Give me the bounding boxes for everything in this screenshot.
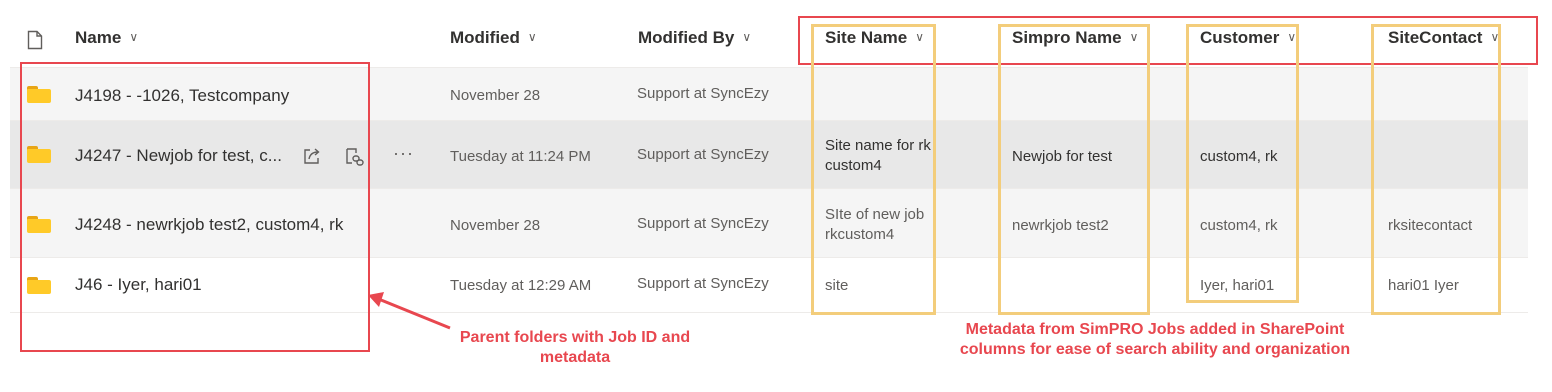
simpro-name-column-highlight <box>998 24 1150 315</box>
row-modified-by[interactable]: Support at SyncEzy <box>637 215 769 232</box>
row-modified: Tuesday at 11:24 PM <box>450 148 591 165</box>
file-icon[interactable] <box>27 30 43 50</box>
chevron-down-icon: ∨ <box>129 30 139 44</box>
metadata-annotation-line1: Metadata from SimPRO Jobs added in Share… <box>965 321 1345 338</box>
more-actions-icon[interactable]: ··· <box>393 143 414 164</box>
parent-folders-highlight-box <box>20 62 370 352</box>
column-modified[interactable]: Modified ∨ <box>450 28 537 48</box>
metadata-annotation-line2: columns for ease of search ability and o… <box>959 341 1351 358</box>
site-contact-column-highlight <box>1371 24 1501 315</box>
column-modified-by-label: Modified By <box>638 28 735 47</box>
customer-column-highlight <box>1186 24 1299 303</box>
column-name-label: Name <box>75 28 122 47</box>
row-modified-by[interactable]: Support at SyncEzy <box>637 85 769 102</box>
row-modified-by[interactable]: Support at SyncEzy <box>637 146 769 163</box>
column-modified-label: Modified <box>450 28 520 47</box>
site-name-column-highlight <box>811 24 936 315</box>
parent-folders-annotation-line1: Parent folders with Job ID and <box>459 329 691 346</box>
metadata-annotation: Metadata from SimPRO Jobs added in Share… <box>905 320 1405 360</box>
column-name[interactable]: Name ∨ <box>75 28 138 48</box>
parent-folders-annotation-line2: metadata <box>539 349 611 366</box>
column-modified-by[interactable]: Modified By ∨ <box>638 28 751 48</box>
parent-folders-annotation: Parent folders with Job ID and metadata <box>435 328 715 368</box>
chevron-down-icon: ∨ <box>527 30 537 44</box>
row-modified-by[interactable]: Support at SyncEzy <box>637 275 769 292</box>
chevron-down-icon: ∨ <box>742 30 752 44</box>
row-modified: November 28 <box>450 87 541 104</box>
row-modified: Tuesday at 12:29 AM <box>450 277 592 294</box>
row-modified: November 28 <box>450 217 541 234</box>
